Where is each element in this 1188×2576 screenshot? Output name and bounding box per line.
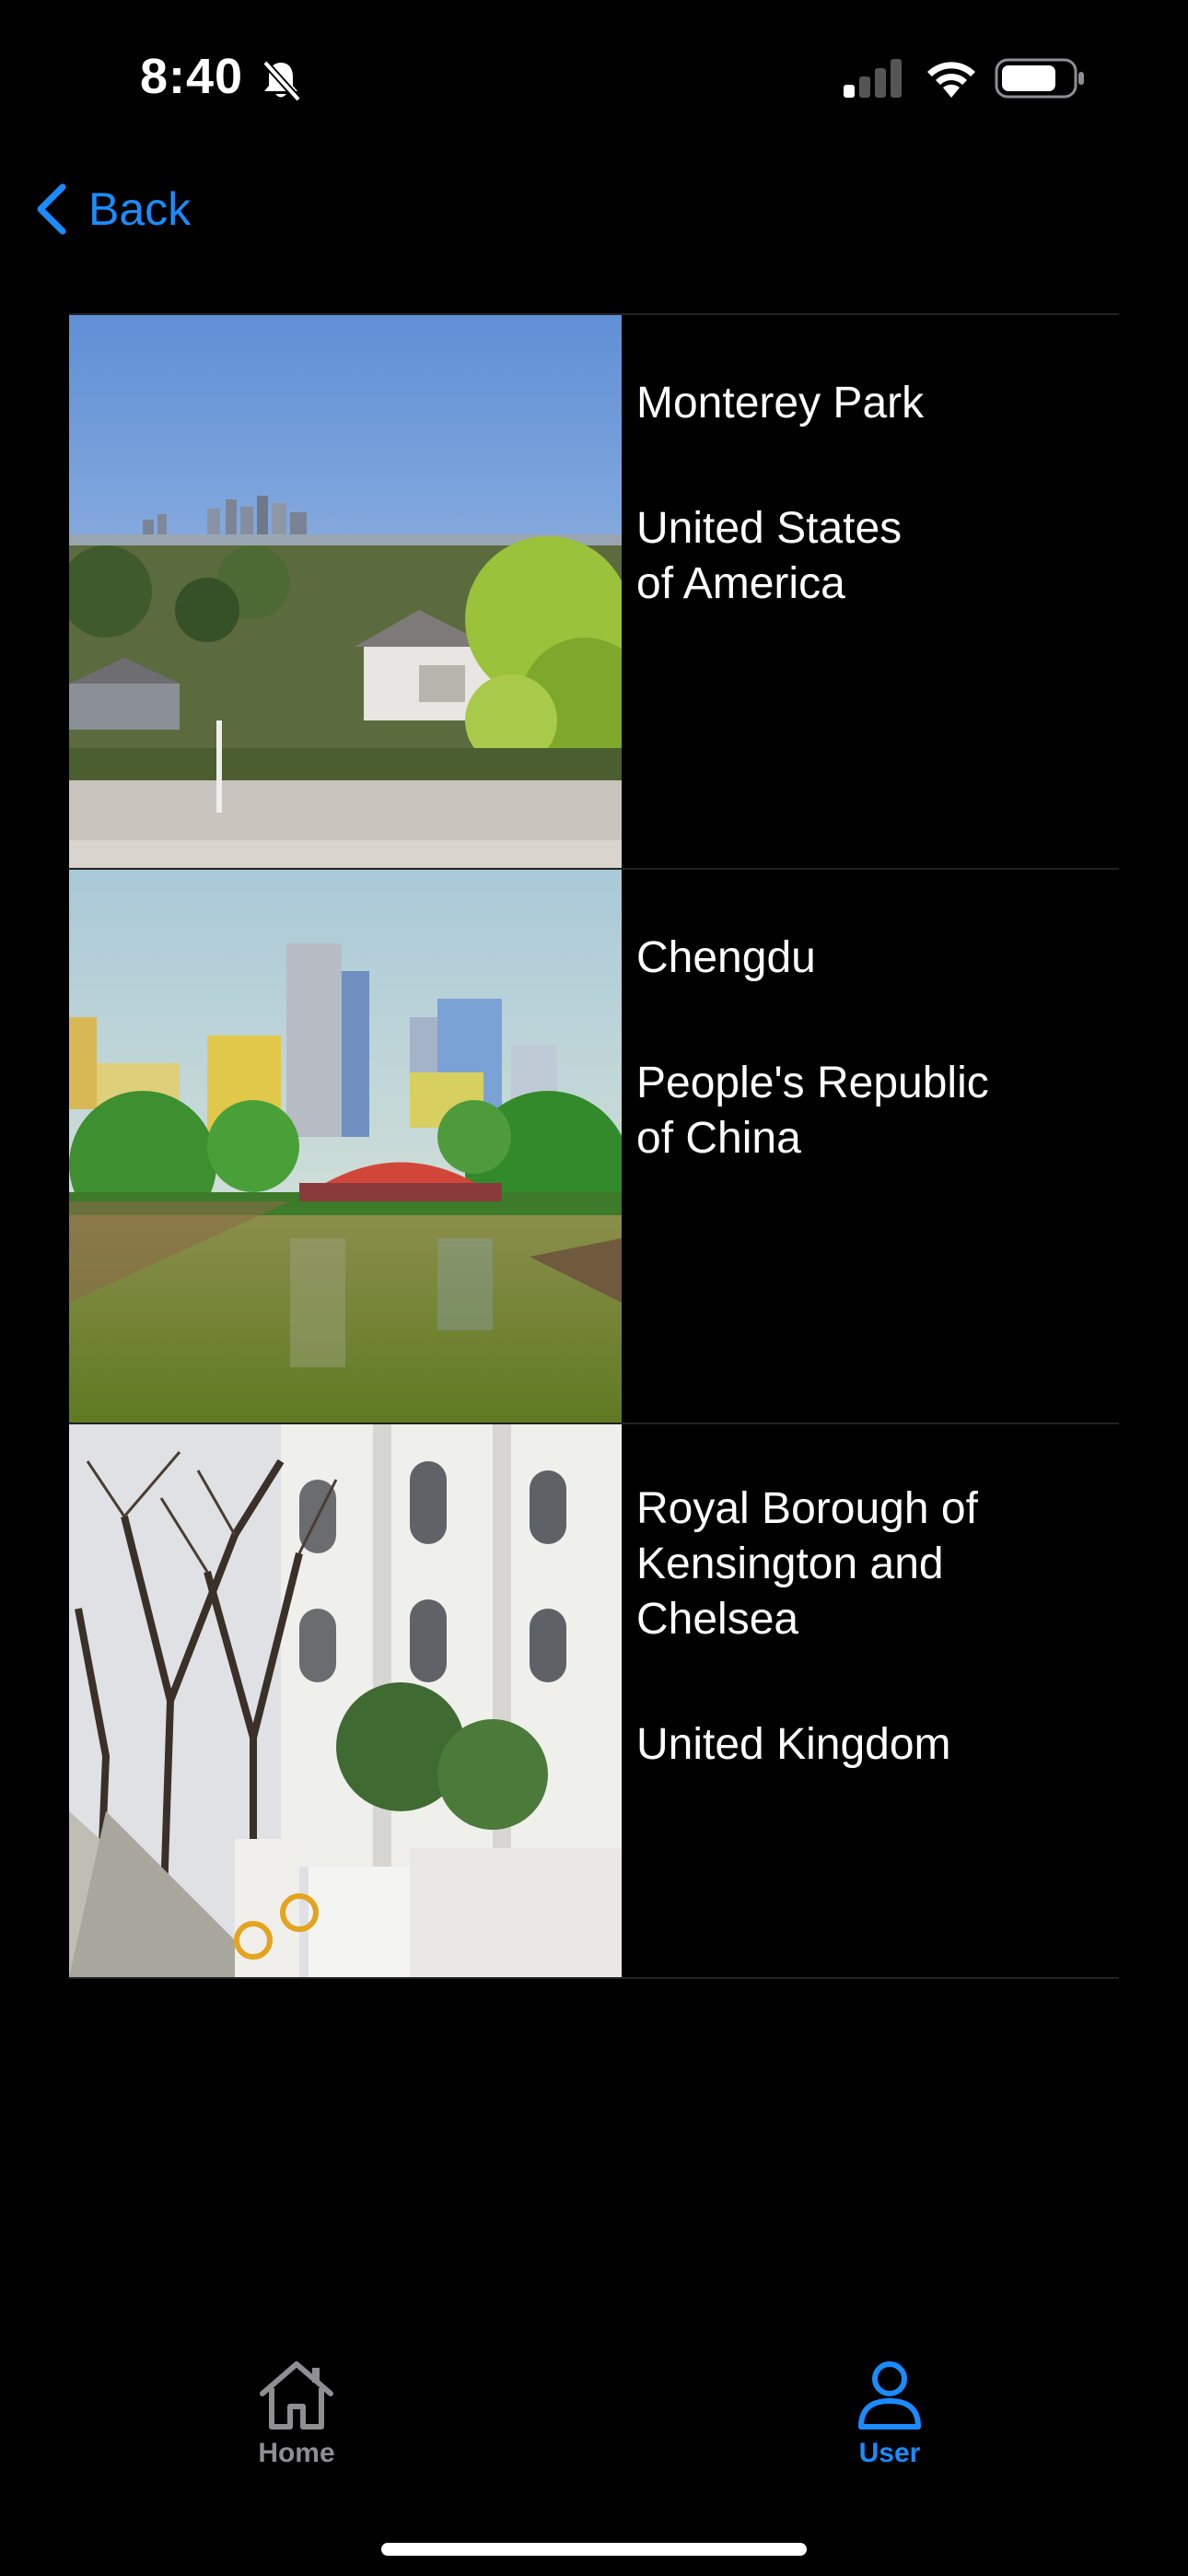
city-name: Royal Borough of Kensington and Chelsea xyxy=(636,1484,978,1644)
location-list: Monterey Park United States of America C… xyxy=(69,313,1119,1979)
house-icon xyxy=(260,2361,333,2430)
location-info: Chengdu People's Republic of China xyxy=(622,870,1119,1423)
row-divider xyxy=(69,1977,1119,1979)
battery-icon xyxy=(995,58,1084,99)
photo-chengdu xyxy=(69,870,622,1423)
back-label: Back xyxy=(88,183,192,235)
location-row[interactable]: Monterey Park United States of America xyxy=(69,315,1119,868)
location-info: Royal Borough of Kensington and Chelsea … xyxy=(622,1424,1119,1977)
back-button[interactable]: Back xyxy=(33,175,191,243)
photo-kensington xyxy=(69,1424,622,1977)
city-name: Monterey Park xyxy=(636,379,925,427)
wifi-icon xyxy=(927,62,975,98)
location-photo xyxy=(69,1424,622,1977)
location-row[interactable]: Royal Borough of Kensington and Chelsea … xyxy=(69,1424,1119,1977)
home-indicator[interactable] xyxy=(381,2543,807,2556)
status-bar: 8:40 xyxy=(0,0,1188,161)
tab-home[interactable]: Home xyxy=(204,2359,389,2469)
location-photo xyxy=(69,315,622,868)
tab-home-label: Home xyxy=(258,2438,335,2468)
chevron-left-icon xyxy=(37,183,66,235)
status-time: 8:40 xyxy=(140,49,244,104)
photo-monterey-park xyxy=(69,315,622,868)
city-name: Chengdu xyxy=(636,933,816,982)
tab-user-label: User xyxy=(858,2438,921,2468)
tab-bar: Home User xyxy=(0,2340,1188,2576)
bell-slash-icon xyxy=(262,60,301,102)
person-icon xyxy=(858,2361,921,2430)
country-name: United Kingdom xyxy=(636,1720,951,1769)
location-row[interactable]: Chengdu People's Republic of China xyxy=(69,870,1119,1423)
location-info: Monterey Park United States of America xyxy=(622,315,1119,868)
location-photo xyxy=(69,870,622,1423)
cellular-signal-icon xyxy=(844,59,902,98)
country-name: People's Republic of China xyxy=(636,1059,989,1163)
country-name: United States of America xyxy=(636,504,903,608)
tab-user[interactable]: User xyxy=(798,2359,982,2469)
screen: 8:40 Back Monterey Park United States of… xyxy=(0,0,1188,2576)
